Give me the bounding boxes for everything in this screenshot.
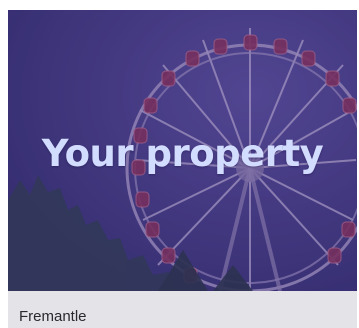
card-title: Your property [41, 132, 324, 175]
card-footer: Fremantle [8, 291, 357, 328]
property-location: Fremantle [19, 308, 87, 325]
property-card[interactable]: Your property Fremantle [8, 10, 357, 328]
property-hero-image: Your property [8, 10, 357, 291]
